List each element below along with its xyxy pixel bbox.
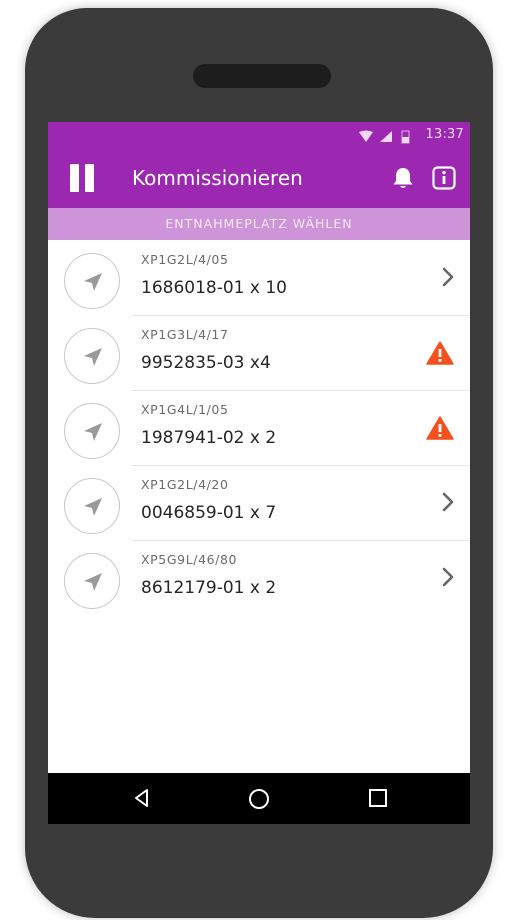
status-icons (358, 129, 414, 148)
navigation-button[interactable] (64, 253, 120, 309)
list-item[interactable]: XP1G2L/4/05 1686018-01 x 10 (48, 240, 470, 316)
navigation-arrow-icon (84, 348, 102, 366)
article-quantity: 0046859-01 x 7 (141, 503, 277, 523)
app-screen: 13:37 Kommissionieren ENTNAHMEPLATZ WÄHL… (48, 122, 470, 824)
back-icon[interactable] (132, 788, 152, 812)
warning-icon[interactable] (426, 416, 454, 444)
navigation-arrow-icon (84, 423, 102, 441)
list-item[interactable]: XP5G9L/46/80 8612179-01 x 2 (48, 540, 470, 615)
pick-location-list: XP1G2L/4/05 1686018-01 x 10 XP1G3L/4/17 … (48, 240, 470, 615)
status-bar: 13:37 (48, 122, 470, 148)
section-header: ENTNAHMEPLATZ WÄHLEN (48, 208, 470, 240)
list-item[interactable]: XP1G2L/4/20 0046859-01 x 7 (48, 465, 470, 541)
status-time: 13:37 (425, 127, 464, 142)
storage-location: XP1G2L/4/05 (141, 252, 229, 267)
article-quantity: 8612179-01 x 2 (141, 578, 277, 598)
storage-location: XP1G4L/1/05 (141, 402, 229, 417)
phone-frame: 13:37 Kommissionieren ENTNAHMEPLATZ WÄHL… (25, 8, 493, 918)
article-quantity: 9952835-03 x4 (141, 353, 271, 373)
phone-speaker (193, 64, 331, 88)
chevron-right-icon[interactable] (440, 566, 456, 592)
navigation-button[interactable] (64, 328, 120, 384)
list-item-text: XP5G9L/46/80 8612179-01 x 2 (132, 540, 470, 615)
chevron-right-icon[interactable] (440, 266, 456, 292)
navigation-arrow-icon (84, 273, 102, 291)
list-item-text: XP1G3L/4/17 9952835-03 x4 (132, 315, 470, 391)
article-quantity: 1686018-01 x 10 (141, 278, 287, 298)
wifi-icon (359, 130, 373, 142)
list-item[interactable]: XP1G3L/4/17 9952835-03 x4 (48, 315, 470, 391)
info-icon[interactable] (432, 166, 456, 194)
bell-icon[interactable] (392, 166, 414, 194)
recents-icon[interactable] (368, 788, 388, 812)
navigation-button[interactable] (64, 478, 120, 534)
storage-location: XP1G3L/4/17 (141, 327, 229, 342)
pause-icon[interactable] (70, 164, 96, 194)
navigation-button[interactable] (64, 403, 120, 459)
app-bar: Kommissionieren (48, 148, 470, 208)
battery-icon (401, 130, 410, 144)
chevron-right-icon[interactable] (440, 491, 456, 517)
navigation-button[interactable] (64, 553, 120, 609)
navigation-arrow-icon (84, 573, 102, 591)
navigation-arrow-icon (84, 498, 102, 516)
warning-icon[interactable] (426, 341, 454, 369)
home-icon[interactable] (248, 788, 270, 814)
system-nav-bar (48, 773, 470, 824)
signal-icon (380, 131, 392, 142)
list-item[interactable]: XP1G4L/1/05 1987941-02 x 2 (48, 390, 470, 466)
list-item-text: XP1G2L/4/05 1686018-01 x 10 (132, 240, 470, 316)
article-quantity: 1987941-02 x 2 (141, 428, 277, 448)
storage-location: XP5G9L/46/80 (141, 552, 238, 567)
storage-location: XP1G2L/4/20 (141, 477, 229, 492)
list-item-text: XP1G4L/1/05 1987941-02 x 2 (132, 390, 470, 466)
list-item-text: XP1G2L/4/20 0046859-01 x 7 (132, 465, 470, 541)
page-title: Kommissionieren (132, 166, 303, 190)
